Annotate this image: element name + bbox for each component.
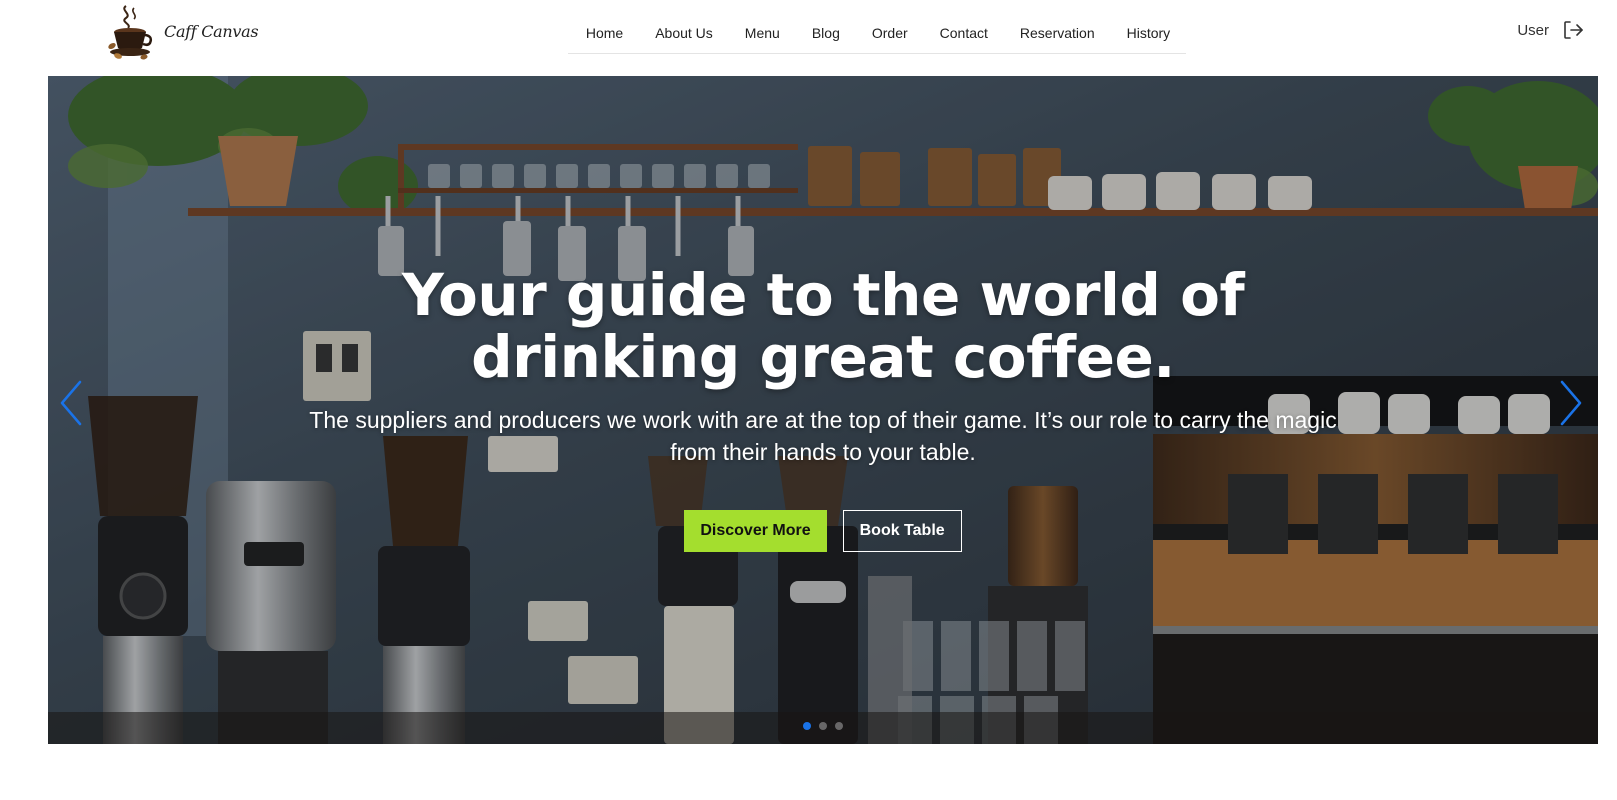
brand-name: Caff Canvas bbox=[164, 21, 259, 41]
main-navigation: Home About Us Menu Blog Order Contact Re… bbox=[568, 12, 1186, 54]
hero-content: Your guide to the world of drinking grea… bbox=[48, 264, 1598, 552]
carousel-dot-1[interactable] bbox=[803, 722, 811, 730]
nav-item-blog[interactable]: Blog bbox=[796, 25, 856, 41]
brand-logo[interactable]: Caff Canvas bbox=[104, 2, 259, 60]
carousel-dot-2[interactable] bbox=[819, 722, 827, 730]
chevron-left-icon[interactable] bbox=[54, 378, 88, 428]
carousel-indicators bbox=[48, 722, 1598, 730]
user-menu: User bbox=[1517, 18, 1585, 42]
hero-title: Your guide to the world of drinking grea… bbox=[401, 261, 1245, 391]
coffee-cup-logo-icon bbox=[108, 5, 153, 60]
carousel-dot-3[interactable] bbox=[835, 722, 843, 730]
discover-more-button[interactable]: Discover More bbox=[684, 510, 827, 552]
book-table-button[interactable]: Book Table bbox=[842, 510, 962, 552]
nav-item-contact[interactable]: Contact bbox=[924, 25, 1004, 41]
hero-carousel: Your guide to the world of drinking grea… bbox=[48, 76, 1598, 744]
nav-item-history[interactable]: History bbox=[1111, 25, 1187, 41]
nav-item-home[interactable]: Home bbox=[568, 25, 639, 41]
nav-item-reservation[interactable]: Reservation bbox=[1004, 25, 1111, 41]
hero-subtitle: The suppliers and producers we work with… bbox=[309, 407, 1337, 465]
nav-item-menu[interactable]: Menu bbox=[729, 25, 796, 41]
nav-item-about-us[interactable]: About Us bbox=[639, 25, 729, 41]
hero-actions: Discover More Book Table bbox=[48, 510, 1598, 552]
chevron-right-icon[interactable] bbox=[1554, 378, 1588, 428]
nav-item-order[interactable]: Order bbox=[856, 25, 924, 41]
logout-icon[interactable] bbox=[1561, 18, 1585, 42]
user-label[interactable]: User bbox=[1517, 22, 1549, 39]
